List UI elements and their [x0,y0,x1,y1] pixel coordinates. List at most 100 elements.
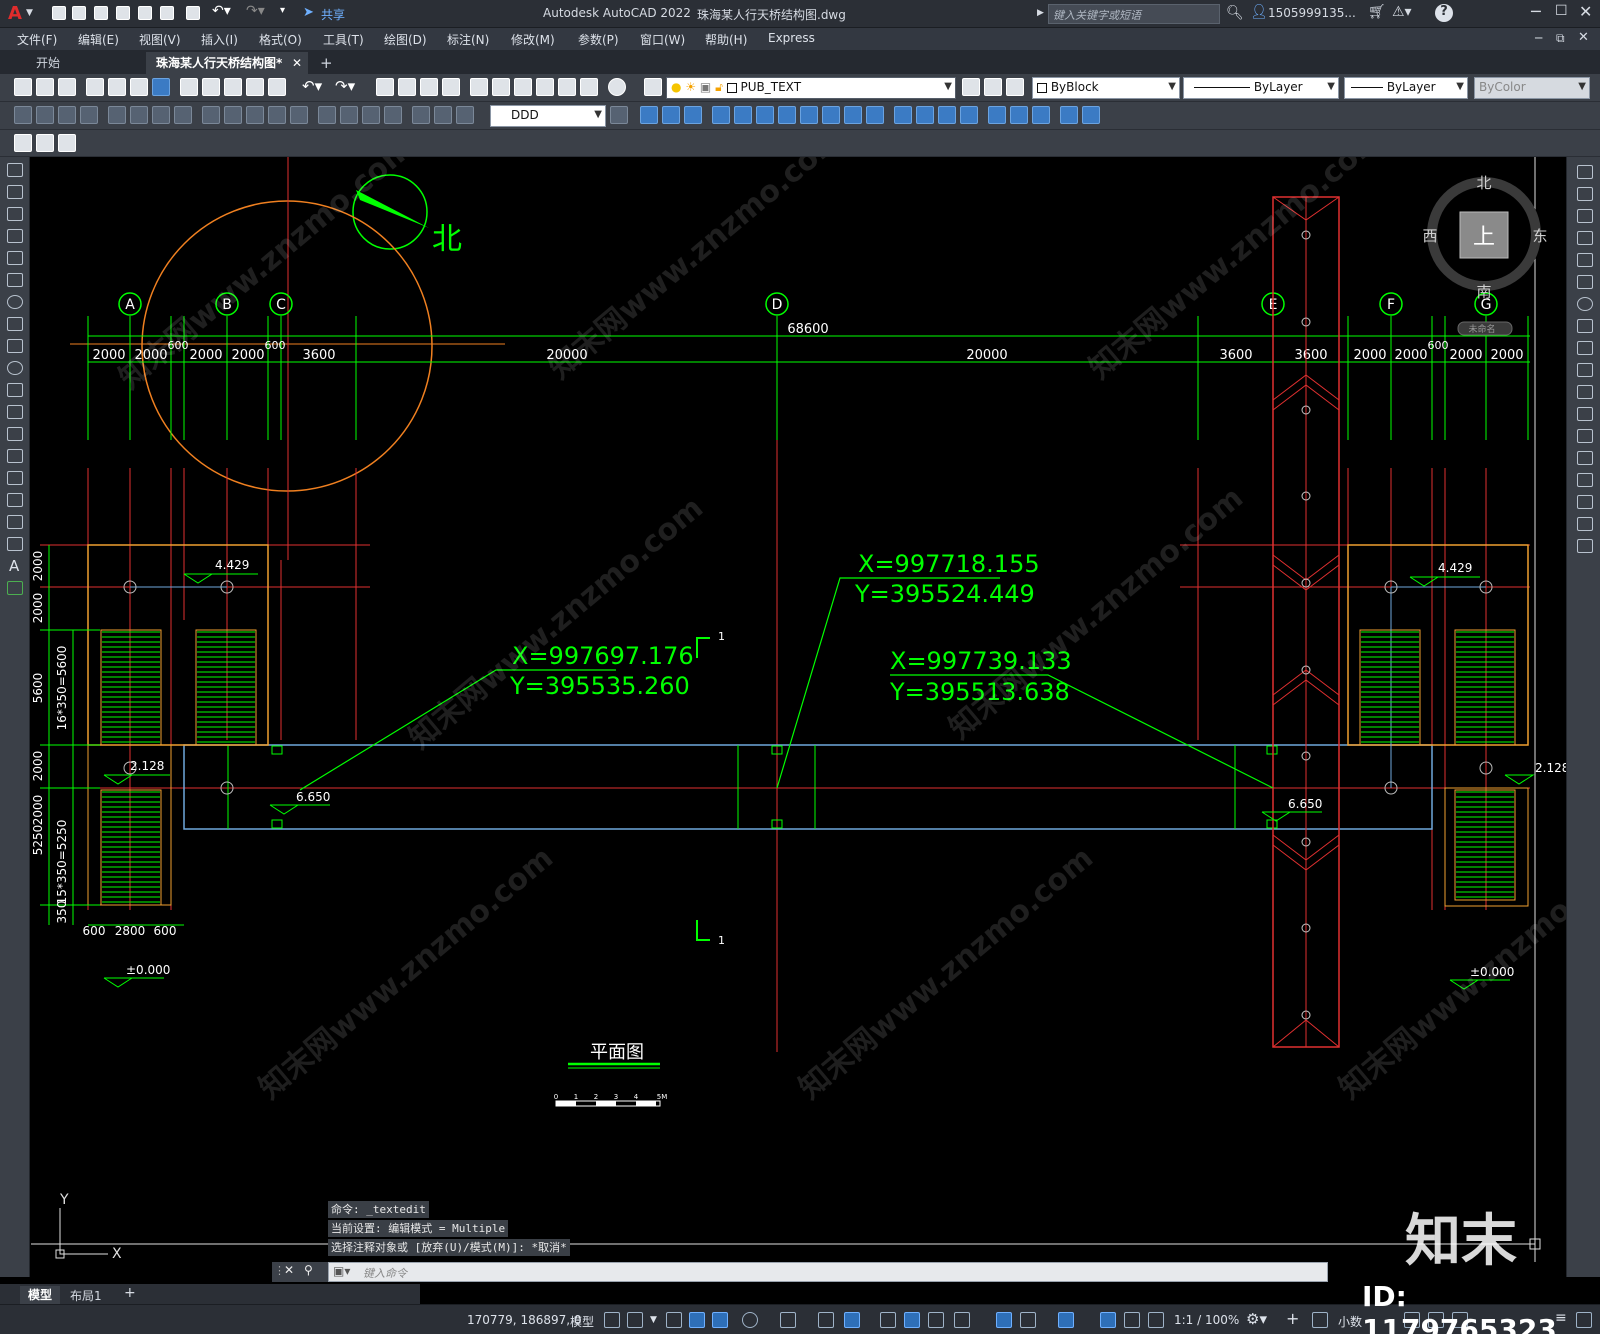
cart-icon[interactable]: 🛒︎ [1368,4,1386,20]
command-input[interactable]: ▣▾ 键入命令 [328,1262,1328,1282]
menu-dimension[interactable]: 标注(N) [447,31,489,48]
open-web-icon[interactable] [138,6,152,20]
annotation-scale-icon[interactable] [1148,1312,1164,1328]
plot-icon[interactable] [86,78,104,96]
pan-icon[interactable] [376,78,394,96]
auto-scale-icon[interactable] [1124,1312,1140,1328]
erase-icon[interactable] [1577,165,1593,179]
dimtedit-icon[interactable] [434,106,452,124]
infer-icon[interactable] [666,1312,682,1328]
aligned-dim-icon[interactable] [36,106,54,124]
splinedit-icon[interactable] [1082,106,1100,124]
doc-minimize-button[interactable]: ─ [1535,31,1542,45]
dynamic-input-icon[interactable] [689,1312,705,1328]
scale-icon[interactable] [800,106,818,124]
viewcube-south[interactable]: 南 [1476,283,1491,301]
snap-icon[interactable] [627,1312,643,1328]
break-icon[interactable] [1577,429,1593,443]
3dosnap-icon[interactable] [954,1312,970,1328]
inspect-icon[interactable] [362,106,380,124]
quick-dim-icon[interactable] [202,106,220,124]
annotation-visibility-icon[interactable] [1100,1312,1116,1328]
attribute-icon[interactable] [58,134,76,152]
lineweight-icon[interactable] [880,1312,896,1328]
match-prop-icon[interactable] [246,78,264,96]
dynamic-ucs-icon[interactable] [996,1312,1012,1328]
gizmo-icon[interactable] [1058,1312,1074,1328]
make-block-icon[interactable] [7,427,23,441]
dim-style-icon[interactable] [610,106,628,124]
viewcube-east[interactable]: 东 [1532,227,1547,245]
qnew-icon[interactable] [14,78,32,96]
chevron-right-icon[interactable]: ▶ [1037,8,1044,18]
rotate-icon[interactable] [778,106,796,124]
menu-edit[interactable]: 编辑(E) [78,31,119,48]
tool-palettes-icon[interactable] [514,78,532,96]
grid-icon[interactable] [604,1312,620,1328]
minimize-button[interactable]: ─ [1531,2,1541,21]
a360-icon[interactable]: ⚠︎▾ [1392,4,1412,20]
lengthen-icon[interactable] [1010,106,1028,124]
ortho-icon[interactable] [712,1312,728,1328]
jogged-dim-icon[interactable] [130,106,148,124]
continue-dim-icon[interactable] [246,106,264,124]
rectangle-icon[interactable] [7,251,23,265]
array-icon[interactable] [734,106,752,124]
offset-icon[interactable] [1577,231,1593,245]
block-editor-icon[interactable] [268,78,286,96]
table-edit-icon[interactable] [36,134,54,152]
line-icon[interactable] [7,163,23,177]
sheetset-icon[interactable] [536,78,554,96]
textedit-icon[interactable] [14,134,32,152]
menu-window[interactable]: 窗口(W) [640,31,685,48]
menu-modify[interactable]: 修改(M) [511,31,555,48]
selection-cycling-icon[interactable] [928,1312,944,1328]
hatch-icon[interactable] [7,471,23,485]
close-button[interactable]: ✕ [1579,2,1592,21]
isodraft-icon[interactable] [780,1312,796,1328]
zoom-previous-icon[interactable] [442,78,460,96]
customize-qat-icon[interactable]: ▾ [280,5,285,16]
search-icon[interactable]: 🔍︎ [1226,5,1244,21]
properties-icon[interactable] [470,78,488,96]
ellipse-icon[interactable] [7,361,23,375]
offset-icon[interactable] [712,106,730,124]
dimedit-icon[interactable] [412,106,430,124]
mirror-icon[interactable] [684,106,702,124]
menu-tools[interactable]: 工具(T) [323,31,364,48]
undo-icon[interactable]: ↶▾ [302,77,322,95]
save-icon[interactable] [94,6,108,20]
baseline-dim-icon[interactable] [224,106,242,124]
rotate-icon[interactable] [1577,297,1593,311]
dim-break-icon[interactable] [290,106,308,124]
open-file-icon[interactable] [72,6,86,20]
arc-length-icon[interactable] [58,106,76,124]
menu-format[interactable]: 格式(O) [259,31,302,48]
preview-icon[interactable] [108,78,126,96]
cursor-coordinates[interactable]: 170779, 186897, 0 [467,1313,582,1327]
tolerance-icon[interactable] [318,106,336,124]
circle-icon[interactable] [7,295,23,309]
save-icon[interactable] [58,78,76,96]
publish-icon[interactable] [130,78,148,96]
annotation-scale[interactable]: 1:1 / 100% [1174,1313,1239,1327]
undo-icon[interactable]: ↶▾ [212,3,231,19]
join-icon[interactable] [1577,451,1593,465]
explode-icon[interactable] [1577,539,1593,553]
join-icon[interactable] [916,106,934,124]
diameter-dim-icon[interactable] [152,106,170,124]
construction-line-icon[interactable] [7,185,23,199]
plus-icon[interactable]: + [1286,1309,1299,1328]
add-layout-button[interactable]: + [124,1285,136,1301]
units-dropdown[interactable]: 小数 [1338,1313,1362,1330]
color-dropdown[interactable]: ByBlock ▼ [1032,77,1180,99]
extend-icon[interactable] [1577,385,1593,399]
paste-icon[interactable] [224,78,242,96]
search-input[interactable]: 键入关键字或短语 [1048,4,1220,24]
redo-icon[interactable]: ↷▾ [246,3,265,19]
radius-dim-icon[interactable] [108,106,126,124]
zoom-window-icon[interactable] [420,78,438,96]
user-icon[interactable]: 👤︎ [1250,4,1268,20]
chamfer-icon[interactable] [938,106,956,124]
model-space-button[interactable]: 模型 [570,1313,594,1330]
